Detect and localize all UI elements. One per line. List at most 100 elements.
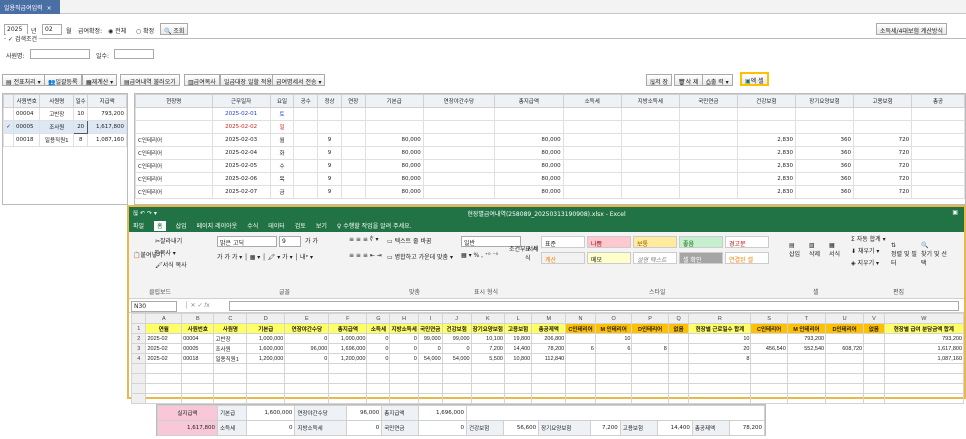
sheet-cell[interactable]: 0 (366, 343, 391, 354)
cell[interactable]: 화 (269, 146, 295, 160)
sheet-cell[interactable] (863, 333, 885, 344)
cell[interactable] (620, 172, 680, 186)
row-check[interactable] (3, 107, 14, 121)
menu-review[interactable]: 검토 (295, 221, 306, 231)
excel-button[interactable]: ▣엑 셀 (740, 72, 769, 86)
sheet-cell[interactable]: 0 (366, 333, 391, 344)
print-button[interactable]: ⎙출 력 ▾ (702, 74, 733, 86)
sheet-header-cell[interactable]: D인테리어 (631, 323, 669, 334)
menu-page-layout[interactable]: 페이지 레이아웃 (197, 221, 238, 231)
sheet-header-cell[interactable]: C인테리어 (750, 323, 788, 334)
cell[interactable] (135, 107, 213, 121)
cell[interactable] (562, 185, 622, 199)
col-letter[interactable]: P (631, 313, 669, 324)
cell[interactable] (620, 146, 680, 160)
style-bad[interactable]: 나쁨 (587, 236, 631, 248)
sheet-cell[interactable]: 0 (389, 333, 419, 344)
cell[interactable] (911, 120, 965, 134)
cell[interactable]: 80,000 (494, 185, 564, 199)
cell[interactable]: 80,000 (364, 133, 424, 147)
table-row[interactable]: 2025-02-02 일 (135, 120, 965, 134)
table-row[interactable]: C인테리어 2025-02-03 월 9 80,000 80,000 2,830 360 720 (135, 133, 965, 147)
format-painter-button[interactable]: 🖌서식 복사 (155, 260, 187, 269)
cell[interactable] (678, 146, 738, 160)
cell[interactable]: 2025-02-03 (211, 133, 271, 147)
delete-button[interactable]: 🗑삭 제 (674, 74, 703, 86)
cell[interactable]: 9 (317, 159, 342, 173)
cell[interactable]: 720 (853, 172, 913, 186)
sheet-cell[interactable]: 1,087,160 (883, 353, 965, 364)
tab-pay-entry[interactable]: 일용직급여입력 × (0, 0, 60, 14)
cell[interactable]: C인테리어 (135, 159, 213, 173)
sheet-cell[interactable]: 00005 (181, 343, 215, 354)
col-letter[interactable]: U (825, 313, 865, 324)
sheet-cell[interactable]: 19,800 (503, 333, 533, 344)
cell[interactable]: 80,000 (494, 146, 564, 160)
sheet-header-cell[interactable]: 건강보험 (441, 323, 472, 334)
cell[interactable]: 360 (794, 133, 855, 147)
cell[interactable]: 수 (269, 159, 295, 173)
cell[interactable]: 2025-02-07 (211, 185, 271, 199)
sheet-cell[interactable]: 5,500 (470, 353, 505, 364)
sheet-cell[interactable] (667, 333, 690, 344)
close-icon[interactable]: × (47, 5, 52, 12)
cell[interactable] (562, 159, 622, 173)
sheet-cell[interactable]: 1,696,000 (328, 343, 368, 354)
cell[interactable]: 2,830 (736, 172, 796, 186)
menu-data[interactable]: 데이터 (268, 221, 285, 231)
font-name-select[interactable]: 맑은 고딕 (217, 236, 277, 247)
style-neutral[interactable]: 보통 (633, 236, 677, 248)
sheet-cell[interactable] (786, 353, 827, 364)
row-number[interactable] (130, 383, 147, 394)
sheet-header-cell[interactable]: 사원번호 (181, 323, 215, 334)
employee-input[interactable] (30, 49, 90, 59)
col-letter[interactable]: V (863, 313, 885, 324)
sheet-header-cell[interactable]: 1 (130, 323, 147, 334)
cell[interactable] (340, 159, 366, 173)
style-calc[interactable]: 계산 (541, 252, 585, 264)
cell[interactable]: 720 (853, 159, 913, 173)
sheet-cell[interactable] (863, 343, 885, 354)
sheet-header-cell[interactable]: 없음 (667, 323, 690, 334)
table-row[interactable]: 00004 고반장 10 793,200 (3, 107, 127, 121)
sheet-cell[interactable]: 8 (631, 343, 669, 354)
font-size-select[interactable]: 9 (279, 236, 301, 247)
sheet-cell[interactable]: 0 (417, 343, 443, 354)
sheet-header-cell[interactable]: 현장별 급여 분담금액 합계 (883, 323, 965, 334)
cell[interactable] (494, 120, 564, 134)
sheet-cell[interactable]: 456,540 (750, 343, 788, 354)
cell[interactable]: 720 (853, 146, 913, 160)
cell[interactable]: 2,830 (736, 146, 796, 160)
sheet-header-cell[interactable]: 기본급 (246, 323, 286, 334)
cell[interactable]: 9 (317, 146, 342, 160)
col-letter[interactable]: O (594, 313, 633, 324)
cell[interactable] (293, 120, 319, 134)
pay-send-button[interactable]: 급여명세서 전송 ▾ (272, 74, 326, 86)
cell[interactable]: 9 (317, 172, 342, 186)
cell[interactable] (364, 120, 424, 134)
row-check[interactable] (3, 133, 14, 147)
col-letter[interactable]: K (470, 313, 505, 324)
cell[interactable]: 720 (853, 133, 913, 147)
fill-button[interactable]: ⬇ 채우기 ▾ (851, 246, 879, 255)
sheet-cell[interactable]: 6 (594, 343, 633, 354)
sheet-header-cell[interactable]: 국민연금 (417, 323, 443, 334)
sheet-cell[interactable] (825, 353, 865, 364)
pay-copy-button[interactable]: ▥급여복사 (184, 74, 220, 86)
sheet-cell[interactable] (750, 353, 788, 364)
sheet-cell[interactable]: 0 (366, 353, 391, 364)
cell[interactable]: 80,000 (364, 159, 424, 173)
sheet-cell[interactable]: 1,200,000 (246, 353, 286, 364)
formula-input[interactable] (229, 301, 959, 311)
cell[interactable]: 토 (269, 107, 295, 121)
col-letter[interactable]: Q (667, 313, 690, 324)
col-letter[interactable]: L (503, 313, 533, 324)
sheet-cell[interactable]: 8 (688, 353, 752, 364)
sheet-cell[interactable]: 206,800 (531, 333, 567, 344)
sheet-header-cell[interactable]: D인테리어 (825, 323, 865, 334)
cell[interactable] (911, 159, 965, 173)
sheet-cell[interactable]: 고반장 (213, 333, 248, 344)
wrap-text-button[interactable]: ▭ 텍스트 줄 바꿈 (387, 236, 432, 245)
menu-formulas[interactable]: 수식 (247, 221, 258, 231)
cell[interactable] (853, 107, 913, 121)
